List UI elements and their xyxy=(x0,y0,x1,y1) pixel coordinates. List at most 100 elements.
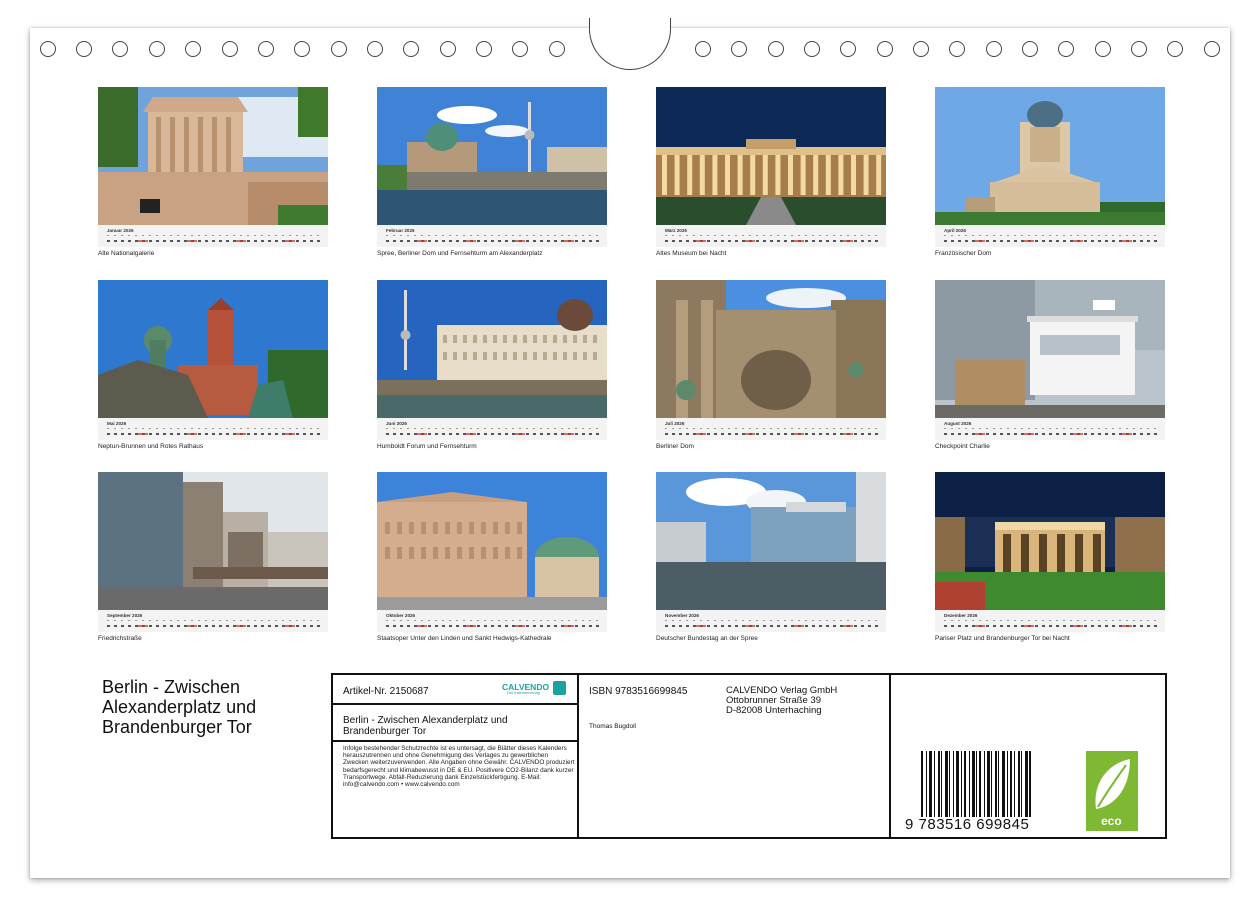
sunday-marker xyxy=(696,433,706,435)
barcode xyxy=(921,751,1031,817)
month-caption: Staatsoper Unter den Linden und Sankt He… xyxy=(377,635,552,642)
sunday-marker xyxy=(696,240,706,242)
binding-ring xyxy=(1058,41,1074,57)
month-caption: Altes Museum bei Nacht xyxy=(656,250,727,257)
month-photo xyxy=(935,87,1165,225)
sunday-marker xyxy=(745,625,755,627)
month-photo xyxy=(656,280,886,418)
month-tile: April 2026 Französischer Dom xyxy=(935,87,1165,262)
binding-ring xyxy=(512,41,528,57)
month-photo xyxy=(98,280,328,418)
sunday-marker xyxy=(236,625,246,627)
sunday-marker xyxy=(975,433,985,435)
sunday-marker xyxy=(843,433,853,435)
month-photo xyxy=(935,472,1165,610)
month-tile: Oktober 2026 Staatsoper Unter den Linden … xyxy=(377,472,607,647)
month-photo xyxy=(656,87,886,225)
sunday-marker xyxy=(975,240,985,242)
month-calendar-strip: August 2026 xyxy=(935,418,1165,440)
month-photo xyxy=(377,472,607,610)
calendar-title: Berlin - Zwischen Alexanderplatz und Bra… xyxy=(102,677,257,737)
binding-ring xyxy=(367,41,383,57)
sunday-marker xyxy=(1024,625,1034,627)
month-caption: Neptun-Brunnen und Rotes Rathaus xyxy=(98,443,204,450)
binding-ring xyxy=(840,41,856,57)
binding-ring xyxy=(986,41,1002,57)
month-label: Januar 2026 xyxy=(107,228,134,233)
sunday-marker xyxy=(187,625,197,627)
isbn: ISBN 9783516699845 xyxy=(589,686,688,697)
article-number: Artikel-Nr. 2150687 xyxy=(343,686,429,697)
binding-ring xyxy=(549,41,565,57)
sunday-marker xyxy=(1024,240,1034,242)
month-caption: Alte Nationalgalerie xyxy=(98,250,155,257)
month-calendar-strip: Dezember 2026 xyxy=(935,610,1165,632)
month-caption: Berliner Dom xyxy=(656,443,694,450)
month-tile: November 2026 Deutscher Bundestag an der … xyxy=(656,472,886,647)
calvendo-tagline: Der Kalenderverlag xyxy=(507,691,540,695)
month-tile: März 2026 Altes Museum bei Nacht xyxy=(656,87,886,262)
sunday-marker xyxy=(794,625,804,627)
sunday-marker xyxy=(138,240,148,242)
sunday-marker xyxy=(417,433,427,435)
month-calendar-strip: April 2026 xyxy=(935,225,1165,247)
binding-ring xyxy=(877,41,893,57)
binding-ring xyxy=(222,41,238,57)
month-photo xyxy=(98,87,328,225)
month-calendar-strip: Mai 2026 xyxy=(98,418,328,440)
sunday-marker xyxy=(1122,240,1132,242)
month-calendar-strip: Februar 2026 xyxy=(377,225,607,247)
binding-ring xyxy=(949,41,965,57)
month-calendar-strip: Juni 2026 xyxy=(377,418,607,440)
binding-ring xyxy=(1131,41,1147,57)
month-label: April 2026 xyxy=(944,228,966,233)
binding-ring xyxy=(149,41,165,57)
divider xyxy=(577,675,579,837)
binding-ring xyxy=(294,41,310,57)
sunday-marker xyxy=(1073,625,1083,627)
sunday-marker xyxy=(236,433,246,435)
month-tile: Dezember 2026 Pariser Platz und Brandenbu… xyxy=(935,472,1165,647)
month-tile: Mai 2026 Neptun-Brunnen und Rotes Rathaus xyxy=(98,280,328,455)
binding-ring xyxy=(1204,41,1220,57)
sunday-marker xyxy=(1024,433,1034,435)
month-label: Oktober 2026 xyxy=(386,613,416,618)
binding-ring xyxy=(804,41,820,57)
month-caption: Französischer Dom xyxy=(935,250,992,257)
month-tile: Februar 2026 Spree, Berliner Dom und Fern… xyxy=(377,87,607,262)
month-photo xyxy=(377,87,607,225)
month-photo xyxy=(377,280,607,418)
month-caption: Humboldt Forum und Fernsehturm xyxy=(377,443,477,450)
info-box: Artikel-Nr. 2150687 CALVENDO Der Kalende… xyxy=(331,673,1167,839)
binding-ring xyxy=(403,41,419,57)
sunday-marker xyxy=(285,240,295,242)
eco-label: eco xyxy=(1101,814,1122,828)
sunday-marker xyxy=(564,433,574,435)
binding-ring xyxy=(112,41,128,57)
binding-ring xyxy=(1022,41,1038,57)
month-calendar-strip: Oktober 2026 xyxy=(377,610,607,632)
binding-ring xyxy=(1167,41,1183,57)
month-caption: Pariser Platz und Brandenburger Tor bei … xyxy=(935,635,1070,642)
binding-ring xyxy=(913,41,929,57)
binding-ring xyxy=(185,41,201,57)
eco-badge: eco xyxy=(1086,751,1138,831)
sunday-marker xyxy=(745,433,755,435)
binding-ring xyxy=(440,41,456,57)
month-tile: Juli 2026 Berliner Dom xyxy=(656,280,886,455)
sunday-marker xyxy=(564,240,574,242)
month-caption: Spree, Berliner Dom und Fernsehturm am A… xyxy=(377,250,543,257)
publisher-city: D-82008 Unterhaching xyxy=(726,705,822,716)
month-calendar-strip: November 2026 xyxy=(656,610,886,632)
binding-ring xyxy=(40,41,56,57)
sunday-marker xyxy=(794,433,804,435)
month-tile: August 2026 Checkpoint Charlie xyxy=(935,280,1165,455)
month-photo xyxy=(98,472,328,610)
sunday-marker xyxy=(843,625,853,627)
sunday-marker xyxy=(1122,433,1132,435)
month-label: Juni 2026 xyxy=(386,421,407,426)
sunday-marker xyxy=(285,433,295,435)
month-calendar-strip: März 2026 xyxy=(656,225,886,247)
sunday-marker xyxy=(515,433,525,435)
sunday-marker xyxy=(1073,433,1083,435)
